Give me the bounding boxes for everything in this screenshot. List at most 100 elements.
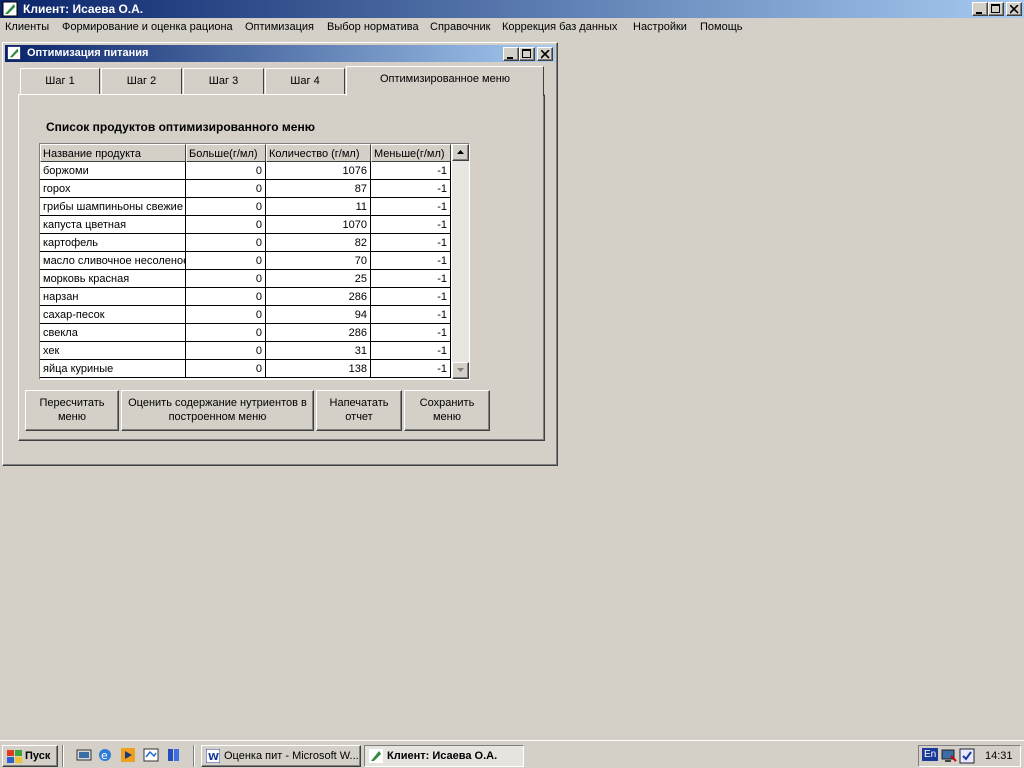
cell-product-name[interactable]: свекла [40, 324, 186, 342]
menu-item-help[interactable]: Помощь [700, 21, 743, 33]
start-button[interactable]: Пуск [2, 745, 58, 767]
table-row[interactable]: морковь красная 0 25 -1 [40, 270, 451, 288]
cell-quantity[interactable]: 31 [266, 342, 371, 360]
cell-more[interactable]: 0 [186, 324, 266, 342]
cell-quantity[interactable]: 25 [266, 270, 371, 288]
menu-item-ration[interactable]: Формирование и оценка рациона [62, 21, 233, 33]
cell-quantity[interactable]: 87 [266, 180, 371, 198]
cell-more[interactable]: 0 [186, 234, 266, 252]
cell-quantity[interactable]: 94 [266, 306, 371, 324]
menu-item-clients[interactable]: Клиенты [5, 21, 49, 33]
cell-quantity[interactable]: 286 [266, 288, 371, 306]
cell-more[interactable]: 0 [186, 342, 266, 360]
cell-less[interactable]: -1 [371, 252, 451, 270]
cell-less[interactable]: -1 [371, 288, 451, 306]
tab-step-4[interactable]: Шаг 4 [265, 68, 345, 94]
print-report-button[interactable]: Напечатать отчет [316, 390, 402, 431]
cell-less[interactable]: -1 [371, 360, 451, 378]
tab-step-1[interactable]: Шаг 1 [20, 68, 100, 94]
cell-product-name[interactable]: хек [40, 342, 186, 360]
cell-less[interactable]: -1 [371, 270, 451, 288]
cell-quantity[interactable]: 1076 [266, 162, 371, 180]
table-row[interactable]: свекла 0 286 -1 [40, 324, 451, 342]
cell-quantity[interactable]: 11 [266, 198, 371, 216]
cell-less[interactable]: -1 [371, 216, 451, 234]
table-row[interactable]: картофель 0 82 -1 [40, 234, 451, 252]
cell-more[interactable]: 0 [186, 162, 266, 180]
cell-less[interactable]: -1 [371, 234, 451, 252]
table-row[interactable]: сахар-песок 0 94 -1 [40, 306, 451, 324]
recalculate-menu-button[interactable]: Пересчитать меню [25, 390, 119, 431]
cell-more[interactable]: 0 [186, 288, 266, 306]
menu-item-optimization[interactable]: Оптимизация [245, 21, 314, 33]
table-row[interactable]: боржоми 0 1076 -1 [40, 162, 451, 180]
cell-product-name[interactable]: капуста цветная [40, 216, 186, 234]
cell-quantity[interactable]: 138 [266, 360, 371, 378]
cell-less[interactable]: -1 [371, 342, 451, 360]
products-grid[interactable]: Название продукта Больше(г/мл) Количеств… [39, 143, 470, 380]
security-shield-icon[interactable] [959, 748, 975, 764]
cell-quantity[interactable]: 286 [266, 324, 371, 342]
cell-product-name[interactable]: яйца куриные [40, 360, 186, 378]
cell-less[interactable]: -1 [371, 162, 451, 180]
cell-more[interactable]: 0 [186, 252, 266, 270]
window-minimize-button[interactable] [503, 47, 519, 61]
menu-item-reference[interactable]: Справочник [430, 21, 491, 33]
cell-product-name[interactable]: сахар-песок [40, 306, 186, 324]
column-header-quantity[interactable]: Количество (г/мл) [266, 144, 371, 162]
cell-product-name[interactable]: горох [40, 180, 186, 198]
minimize-button[interactable] [972, 2, 988, 16]
cell-less[interactable]: -1 [371, 180, 451, 198]
table-row[interactable]: капуста цветная 0 1070 -1 [40, 216, 451, 234]
task-word-document[interactable]: W Оценка пит - Microsoft W... [201, 745, 361, 767]
cell-quantity[interactable]: 82 [266, 234, 371, 252]
cell-less[interactable]: -1 [371, 324, 451, 342]
cell-product-name[interactable]: морковь красная [40, 270, 186, 288]
window-close-button[interactable] [537, 47, 553, 61]
cell-product-name[interactable]: картофель [40, 234, 186, 252]
internet-explorer-icon[interactable]: e [97, 747, 113, 763]
cell-product-name[interactable]: нарзан [40, 288, 186, 306]
column-header-more[interactable]: Больше(г/мл) [186, 144, 266, 162]
cell-less[interactable]: -1 [371, 306, 451, 324]
cell-quantity[interactable]: 70 [266, 252, 371, 270]
scroll-up-button[interactable] [452, 144, 469, 161]
evaluate-nutrients-button[interactable]: Оценить содержание нутриентов в построен… [121, 390, 314, 431]
table-row[interactable]: яйца куриные 0 138 -1 [40, 360, 451, 378]
save-menu-button[interactable]: Сохранить меню [404, 390, 490, 431]
window-maximize-button[interactable] [519, 47, 535, 61]
cell-more[interactable]: 0 [186, 360, 266, 378]
cell-more[interactable]: 0 [186, 198, 266, 216]
cell-product-name[interactable]: боржоми [40, 162, 186, 180]
close-button[interactable] [1006, 2, 1022, 16]
table-row[interactable]: нарзан 0 286 -1 [40, 288, 451, 306]
show-desktop-icon[interactable] [76, 747, 92, 763]
cell-product-name[interactable]: грибы шампиньоны свежие [40, 198, 186, 216]
table-row[interactable]: горох 0 87 -1 [40, 180, 451, 198]
media-player-icon[interactable] [120, 747, 136, 763]
maximize-button[interactable] [988, 2, 1004, 16]
menu-item-db-correction[interactable]: Коррекция баз данных [502, 21, 617, 33]
tab-optimized-menu[interactable]: Оптимизированное меню [346, 66, 544, 96]
scroll-down-button[interactable] [452, 362, 469, 379]
cell-less[interactable]: -1 [371, 198, 451, 216]
menu-item-norm[interactable]: Выбор норматива [327, 21, 419, 33]
tab-step-3[interactable]: Шаг 3 [183, 68, 264, 94]
vertical-scrollbar[interactable] [452, 144, 469, 379]
cell-more[interactable]: 0 [186, 180, 266, 198]
book-icon[interactable] [166, 747, 182, 763]
cell-more[interactable]: 0 [186, 216, 266, 234]
column-header-less[interactable]: Меньше(г/мл) [371, 144, 451, 162]
menu-item-settings[interactable]: Настройки [633, 21, 687, 33]
table-row[interactable]: масло сливочное несоленое 0 70 -1 [40, 252, 451, 270]
task-client-app[interactable]: Клиент: Исаева О.А. [364, 745, 524, 767]
cell-product-name[interactable]: масло сливочное несоленое [40, 252, 186, 270]
table-row[interactable]: грибы шампиньоны свежие 0 11 -1 [40, 198, 451, 216]
cell-more[interactable]: 0 [186, 306, 266, 324]
cell-quantity[interactable]: 1070 [266, 216, 371, 234]
monitor-icon[interactable] [941, 748, 957, 764]
column-header-product[interactable]: Название продукта [40, 144, 186, 162]
tab-step-2[interactable]: Шаг 2 [101, 68, 182, 94]
table-row[interactable]: хек 0 31 -1 [40, 342, 451, 360]
outlook-icon[interactable] [143, 747, 159, 763]
